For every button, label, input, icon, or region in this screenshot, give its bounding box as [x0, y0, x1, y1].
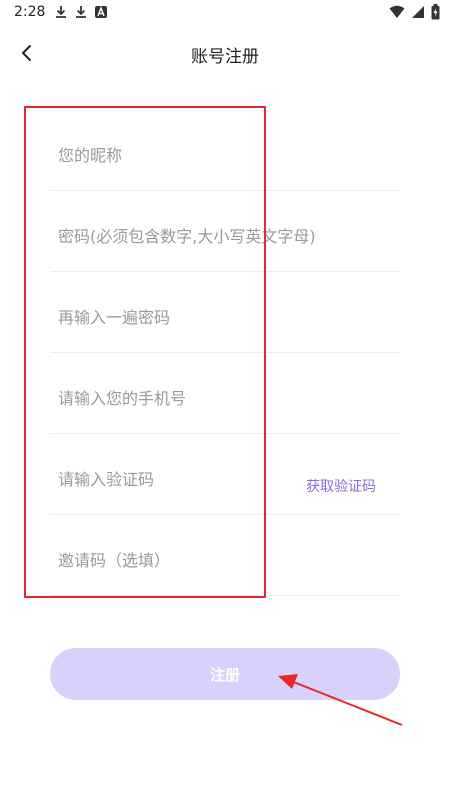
wifi-icon	[389, 5, 405, 18]
download-icon	[76, 6, 86, 18]
app-notification-icon	[95, 6, 107, 18]
invite-code-row	[50, 515, 400, 596]
password-input[interactable]	[50, 226, 400, 246]
signal-icon	[412, 6, 424, 18]
register-page: 2:28 账号注册 您的昵称 请输入您的手机号 请输入验证码 获取验证码 邀请码…	[0, 0, 450, 800]
phone-input[interactable]	[50, 388, 400, 408]
verification-code-input[interactable]	[50, 469, 288, 489]
get-code-button[interactable]: 获取验证码	[306, 476, 376, 496]
status-time: 2:28	[14, 4, 46, 20]
system-icons	[389, 4, 440, 20]
password-row	[50, 191, 400, 272]
header: 账号注册	[0, 28, 450, 78]
nickname-input[interactable]	[50, 145, 400, 165]
notification-icons	[54, 5, 108, 19]
register-button[interactable]: 注册	[50, 648, 400, 700]
confirm-password-row	[50, 272, 400, 353]
battery-icon	[431, 4, 440, 20]
nickname-row	[50, 110, 400, 191]
download-icon	[56, 6, 66, 18]
confirm-password-input[interactable]	[50, 307, 400, 327]
phone-row	[50, 353, 400, 434]
status-bar: 2:28	[0, 0, 450, 26]
page-title: 账号注册	[191, 47, 259, 67]
invite-code-input[interactable]	[50, 550, 400, 570]
verification-code-row: 获取验证码	[50, 434, 400, 515]
register-form: 获取验证码	[50, 110, 400, 596]
